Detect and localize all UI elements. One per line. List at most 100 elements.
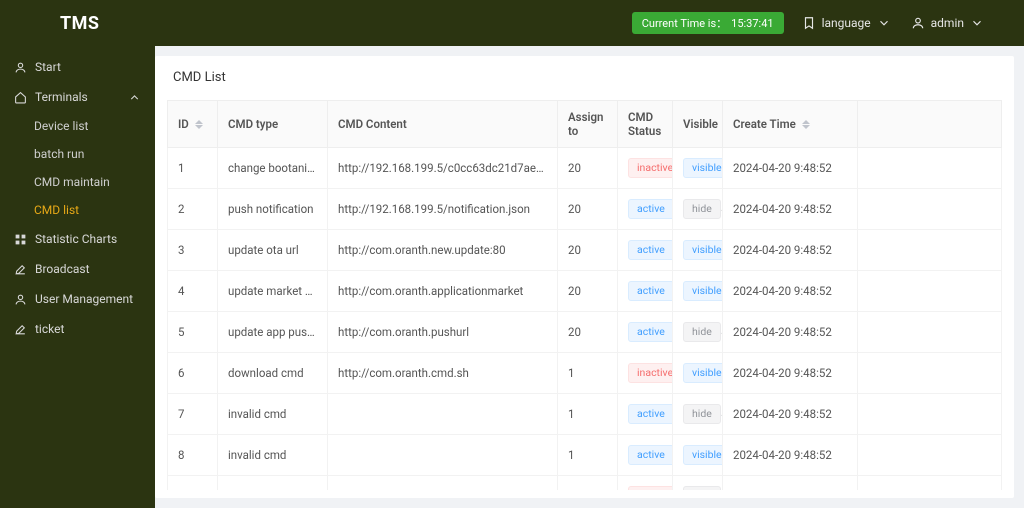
cell-cmd-status: inactive <box>618 353 673 394</box>
sidebar-item-device-list[interactable]: Device list <box>0 112 155 140</box>
col-header-cmd-status[interactable]: CMD Status <box>618 101 673 148</box>
cell-cmd-status: active <box>618 435 673 476</box>
table-row[interactable]: 3update ota urlhttp://com.oranth.new.upd… <box>168 230 1002 271</box>
sidebar: Start Terminals Device list batch run CM… <box>0 46 155 508</box>
app-header: TMS Current Time is： 15:37:41 language a… <box>0 0 1024 46</box>
home-icon <box>14 91 27 104</box>
cell-id: 6 <box>168 353 218 394</box>
cell-cmd-type: change bootanimation <box>218 148 328 189</box>
cell-id: 4 <box>168 271 218 312</box>
col-header-id[interactable]: ID <box>168 101 218 148</box>
table-row[interactable]: 1change bootanimationhttp://192.168.199.… <box>168 148 1002 189</box>
sidebar-item-ticket[interactable]: ticket <box>0 314 155 344</box>
cell-visible: hide <box>673 312 723 353</box>
cell-visible: visible <box>673 271 723 312</box>
cell-cmd-content <box>328 435 558 476</box>
sidebar-item-cmd-maintain[interactable]: CMD maintain <box>0 168 155 196</box>
visible-badge: visible <box>683 240 723 260</box>
table-row[interactable]: 6download cmdhttp://com.oranth.cmd.sh1in… <box>168 353 1002 394</box>
visible-badge: visible <box>683 281 723 301</box>
visible-badge: visible <box>683 445 723 465</box>
col-header-visible[interactable]: Visible <box>673 101 723 148</box>
col-header-assign-to[interactable]: Assign to <box>558 101 618 148</box>
table-row[interactable]: 4update market urlhttp://com.oranth.appl… <box>168 271 1002 312</box>
language-switcher[interactable]: language <box>802 16 891 30</box>
cell-assign-to: 20 <box>558 148 618 189</box>
table-row[interactable]: 8invalid cmd1activevisible2024-04-20 9:4… <box>168 435 1002 476</box>
col-header-label: Create Time <box>733 117 796 131</box>
visible-badge: visible <box>683 158 723 178</box>
sidebar-item-user-management[interactable]: User Management <box>0 284 155 314</box>
cell-cmd-status: active <box>618 394 673 435</box>
cell-assign-to: 1 <box>558 476 618 491</box>
cell-create-time: 2024-04-20 9:48:52 <box>723 394 858 435</box>
brand-logo: TMS <box>60 13 100 34</box>
status-badge: active <box>628 240 673 260</box>
table-body: 1 change bootanimationhttp://192.168.199.… <box>168 148 1002 491</box>
cell-cmd-status: active <box>618 271 673 312</box>
sidebar-item-cmd-list[interactable]: CMD list <box>0 196 155 224</box>
cell-cmd-content <box>328 394 558 435</box>
cell-operations <box>858 476 1002 491</box>
status-badge: active <box>628 404 673 424</box>
cell-cmd-status: inactive <box>618 476 673 491</box>
cell-create-time: 2024-04-20 9:48:52 <box>723 353 858 394</box>
visible-badge: hide <box>683 486 721 490</box>
status-badge: active <box>628 322 673 342</box>
table-row[interactable]: 5update app push urlhttp://com.oranth.pu… <box>168 312 1002 353</box>
cell-cmd-content: http://192.168.199.5/c0cc63dc21d7aeee4c4… <box>328 148 558 189</box>
cell-assign-to: 20 <box>558 271 618 312</box>
cell-create-time: 2024-04-20 9:48:52 <box>723 476 858 491</box>
sidebar-item-statistic-charts[interactable]: Statistic Charts <box>0 224 155 254</box>
status-badge: active <box>628 445 673 465</box>
cell-operations <box>858 394 1002 435</box>
sidebar-item-start[interactable]: Start <box>0 52 155 82</box>
sort-caret-icon <box>195 120 203 129</box>
page-title: CMD List <box>155 56 1014 96</box>
sidebar-item-label: Broadcast <box>35 262 90 276</box>
col-header-label: ID <box>178 117 189 131</box>
cell-cmd-status: active <box>618 230 673 271</box>
sidebar-item-batch-run[interactable]: batch run <box>0 140 155 168</box>
cell-operations <box>858 312 1002 353</box>
language-label: language <box>822 16 871 30</box>
status-badge: inactive <box>628 158 673 178</box>
app-root: TMS Current Time is： 15:37:41 language a… <box>0 0 1024 508</box>
edit-icon <box>14 323 27 336</box>
cell-operations <box>858 435 1002 476</box>
table-row[interactable]: 7invalid cmd1activehide2024-04-20 9:48:5… <box>168 394 1002 435</box>
table-scroll[interactable]: ID CMD type CMD Content Assign to CMD St… <box>167 100 1002 490</box>
cell-visible: visible <box>673 435 723 476</box>
user-icon <box>911 16 925 30</box>
user-outline-icon <box>14 61 27 74</box>
sidebar-item-label: Statistic Charts <box>35 232 117 246</box>
table-header-row: ID CMD type CMD Content Assign to CMD St… <box>168 101 1002 148</box>
cell-cmd-content: http://com.oranth.pushurl <box>328 312 558 353</box>
cell-create-time: 2024-04-20 9:48:52 <box>723 435 858 476</box>
col-header-create-time[interactable]: Create Time <box>723 101 858 148</box>
table-row[interactable]: 2push notificationhttp://192.168.199.5/n… <box>168 189 1002 230</box>
visible-badge: visible <box>683 363 723 383</box>
cell-create-time: 2024-04-20 9:48:52 <box>723 230 858 271</box>
current-time-badge: Current Time is： 15:37:41 <box>632 12 784 34</box>
time-value: 15:37:41 <box>731 17 773 30</box>
sidebar-item-broadcast[interactable]: Broadcast <box>0 254 155 284</box>
visible-badge: hide <box>683 404 721 424</box>
col-header-cmd-type[interactable]: CMD type <box>218 101 328 148</box>
sidebar-item-label: Start <box>35 60 61 74</box>
sidebar-item-label: User Management <box>35 292 133 306</box>
table-row[interactable]: 9change mac06:47:5c:bc:e1:0d1inactivehid… <box>168 476 1002 491</box>
cell-visible: visible <box>673 230 723 271</box>
app-body: Start Terminals Device list batch run CM… <box>0 46 1024 508</box>
bookmark-icon <box>802 16 816 30</box>
cell-cmd-type: update market url <box>218 271 328 312</box>
status-badge: active <box>628 199 673 219</box>
user-menu[interactable]: admin <box>911 16 984 30</box>
chevron-up-icon <box>128 91 141 104</box>
status-badge: inactive <box>628 486 673 490</box>
cell-cmd-type: download cmd <box>218 353 328 394</box>
sidebar-item-terminals[interactable]: Terminals <box>0 82 155 112</box>
cell-assign-to: 1 <box>558 435 618 476</box>
col-header-cmd-content[interactable]: CMD Content <box>328 101 558 148</box>
sort-caret-icon <box>802 120 810 129</box>
